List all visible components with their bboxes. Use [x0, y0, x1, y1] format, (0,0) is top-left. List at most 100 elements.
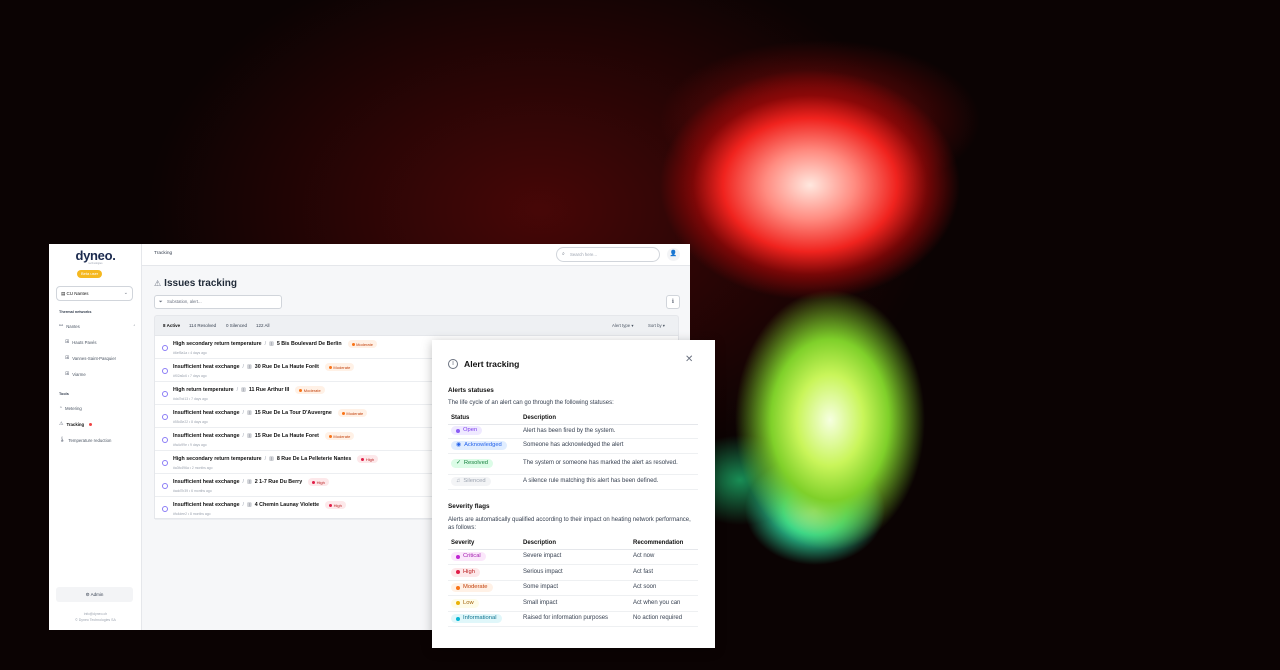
- alert-address[interactable]: 4 Chemin Launay Violette: [255, 502, 319, 508]
- alert-title-line: Insufficient heat exchange / ▥ 30 Rue De La…: [173, 363, 355, 371]
- alert-address[interactable]: 30 Rue De La Haute Forêt: [255, 364, 319, 370]
- alert-type: Insufficient heat exchange: [173, 479, 240, 485]
- separator: /: [242, 410, 245, 416]
- filter-placeholder: Substation, alert...: [167, 299, 202, 304]
- sidebar-item-vannes[interactable]: ⊞ Vannes-Saint-Pasquier: [65, 355, 116, 361]
- severity-label: Moderate: [356, 341, 373, 347]
- alert-title-line: Insufficient heat exchange / ▥ 4 Chemin Lau…: [173, 501, 346, 509]
- separator: /: [264, 341, 267, 347]
- severity-title: Severity flags: [448, 503, 490, 510]
- alert-title-line: High secondary return temperature / ▥ 5 Bis…: [173, 340, 377, 348]
- alert-address[interactable]: 5 Bis Boulevard De Berlin: [277, 341, 342, 347]
- alert-address[interactable]: 8 Rue De La Pelleterie Nantes: [277, 456, 351, 462]
- status-description: Someone has acknowledged the alert: [520, 438, 698, 454]
- dot-icon: [361, 457, 365, 461]
- mute-icon: ♫: [456, 478, 461, 484]
- alert-address[interactable]: 15 Rue De La Tour D'Auvergne: [255, 410, 332, 416]
- substation-icon: ⊞: [65, 371, 70, 377]
- severity-label: Critical: [463, 553, 481, 559]
- column-header: Recommendation: [630, 538, 698, 550]
- sidebar-item-nantes[interactable]: ⚯ Nantes ˆ: [59, 323, 135, 329]
- tab-active[interactable]: 8 Active: [163, 323, 180, 328]
- table-row: Open Alert has been fired by the system.: [448, 424, 698, 439]
- substation-icon: ⊞: [65, 339, 70, 345]
- table-row: Critical Severe impact Act now: [448, 549, 698, 565]
- separator: /: [242, 433, 245, 439]
- search-icon: ⌕: [562, 251, 565, 257]
- alert-title-line: Insufficient heat exchange / ▥ 15 Rue De La…: [173, 432, 355, 440]
- severity-description: Some impact: [520, 580, 630, 596]
- warning-icon: ⚠: [59, 421, 64, 427]
- separator: /: [242, 479, 245, 485]
- separator: /: [242, 364, 245, 370]
- user-icon[interactable]: 👤: [667, 248, 680, 261]
- sort-by-dropdown[interactable]: Sort by ▾: [648, 323, 665, 329]
- severity-badge: High: [325, 501, 346, 509]
- severity-recommendation: Act fast: [630, 564, 698, 581]
- status-badge-resolved: ✓ Resolved: [451, 459, 494, 468]
- status-open-icon: [162, 460, 168, 466]
- status-label: Acknowledged: [464, 442, 502, 448]
- severity-recommendation: Act now: [630, 549, 698, 565]
- tab-silenced[interactable]: 0 Silenced: [226, 323, 247, 328]
- page-title-text: Issues tracking: [164, 278, 237, 289]
- tab-resolved[interactable]: 114 Resolved: [189, 323, 216, 328]
- severity-badge-critical: Critical: [451, 552, 486, 561]
- sidebar-item-label: Tracking: [66, 421, 85, 427]
- severity-label: High: [365, 456, 375, 462]
- severity-badge: High: [308, 478, 329, 486]
- dot-icon: [456, 428, 460, 433]
- sidebar-item-metering[interactable]: ◔ Metering: [59, 405, 82, 411]
- column-header: Status: [448, 413, 520, 425]
- alert-address[interactable]: 2 1-7 Rue Du Berry: [255, 479, 302, 485]
- status-open-icon: [162, 506, 168, 512]
- sidebar-item-viarme[interactable]: ⊞ Viarme: [65, 371, 86, 377]
- alert-type-dropdown[interactable]: Alert type ▾: [612, 323, 634, 329]
- info-icon: i: [448, 359, 458, 369]
- close-icon[interactable]: ✕: [685, 354, 693, 365]
- severity-badge-low: Low: [451, 598, 479, 608]
- section-networks: Thermal networks: [59, 310, 92, 314]
- alert-meta: #fa4c99e • 9 days ago: [173, 443, 207, 447]
- severity-recommendation: Act when you can: [630, 595, 698, 612]
- severity-label: High: [316, 479, 325, 485]
- filter-input[interactable]: ⏷ Substation, alert...: [154, 295, 282, 309]
- dot-icon: [328, 434, 332, 438]
- dot-icon: [456, 585, 460, 590]
- severity-description: Raised for information purposes: [520, 611, 630, 627]
- top-bar: Tracking ⌕ Search here... 👤: [142, 244, 690, 266]
- footer-email[interactable]: info@dyneo.ch: [49, 612, 142, 616]
- site-selector[interactable]: ▤ CU Nantes ⌄: [56, 286, 133, 301]
- logo-subtitle: technologies: [88, 262, 103, 265]
- tab-all[interactable]: 122 All: [256, 323, 270, 328]
- breadcrumb[interactable]: Tracking: [154, 251, 172, 256]
- alert-title-line: High return temperature / ▥ 11 Rue Arthur I…: [173, 386, 325, 394]
- admin-button[interactable]: ⚙ Admin: [56, 587, 133, 602]
- status-open-icon: [162, 391, 168, 397]
- building-icon: ▥: [247, 502, 252, 508]
- status-open-icon: [162, 368, 168, 374]
- dot-icon: [456, 601, 460, 605]
- alert-title-line: Insufficient heat exchange / ▥ 2 1-7 Rue Du…: [173, 478, 329, 486]
- severity-table: Severity Description Recommendation Crit…: [448, 538, 698, 627]
- alert-address[interactable]: 15 Rue De La Haute Foret: [255, 433, 319, 439]
- info-button[interactable]: ℹ: [666, 295, 680, 309]
- status-label: Open: [463, 427, 478, 434]
- alert-meta: #fc4dee2 • 8 months ago: [173, 512, 211, 516]
- substation-icon: ⊞: [65, 355, 70, 361]
- notification-dot: [89, 422, 93, 426]
- modal-header: i Alert tracking: [448, 359, 519, 369]
- severity-intro: Alerts are automatically qualified accor…: [448, 517, 691, 531]
- alert-tracking-modal: i Alert tracking ✕ Alerts statuses The l…: [432, 340, 715, 648]
- alert-address[interactable]: 11 Rue Arthur III: [249, 387, 289, 393]
- sidebar-item-tracking[interactable]: ⚠ Tracking: [59, 421, 93, 427]
- sidebar-item-label: Nantes: [66, 323, 80, 329]
- building-icon: ▥: [247, 364, 252, 370]
- sidebar-item-temperature-reduction[interactable]: 🌡 Temperature reduction: [59, 437, 111, 443]
- separator: /: [242, 502, 245, 508]
- sidebar-item-hauts-paves[interactable]: ⊞ Hauts Pavés: [65, 339, 97, 345]
- alert-type: High secondary return temperature: [173, 456, 262, 462]
- page-title: ⚠ Issues tracking: [154, 278, 237, 289]
- separator: /: [236, 387, 239, 393]
- search-input[interactable]: ⌕ Search here...: [556, 247, 660, 262]
